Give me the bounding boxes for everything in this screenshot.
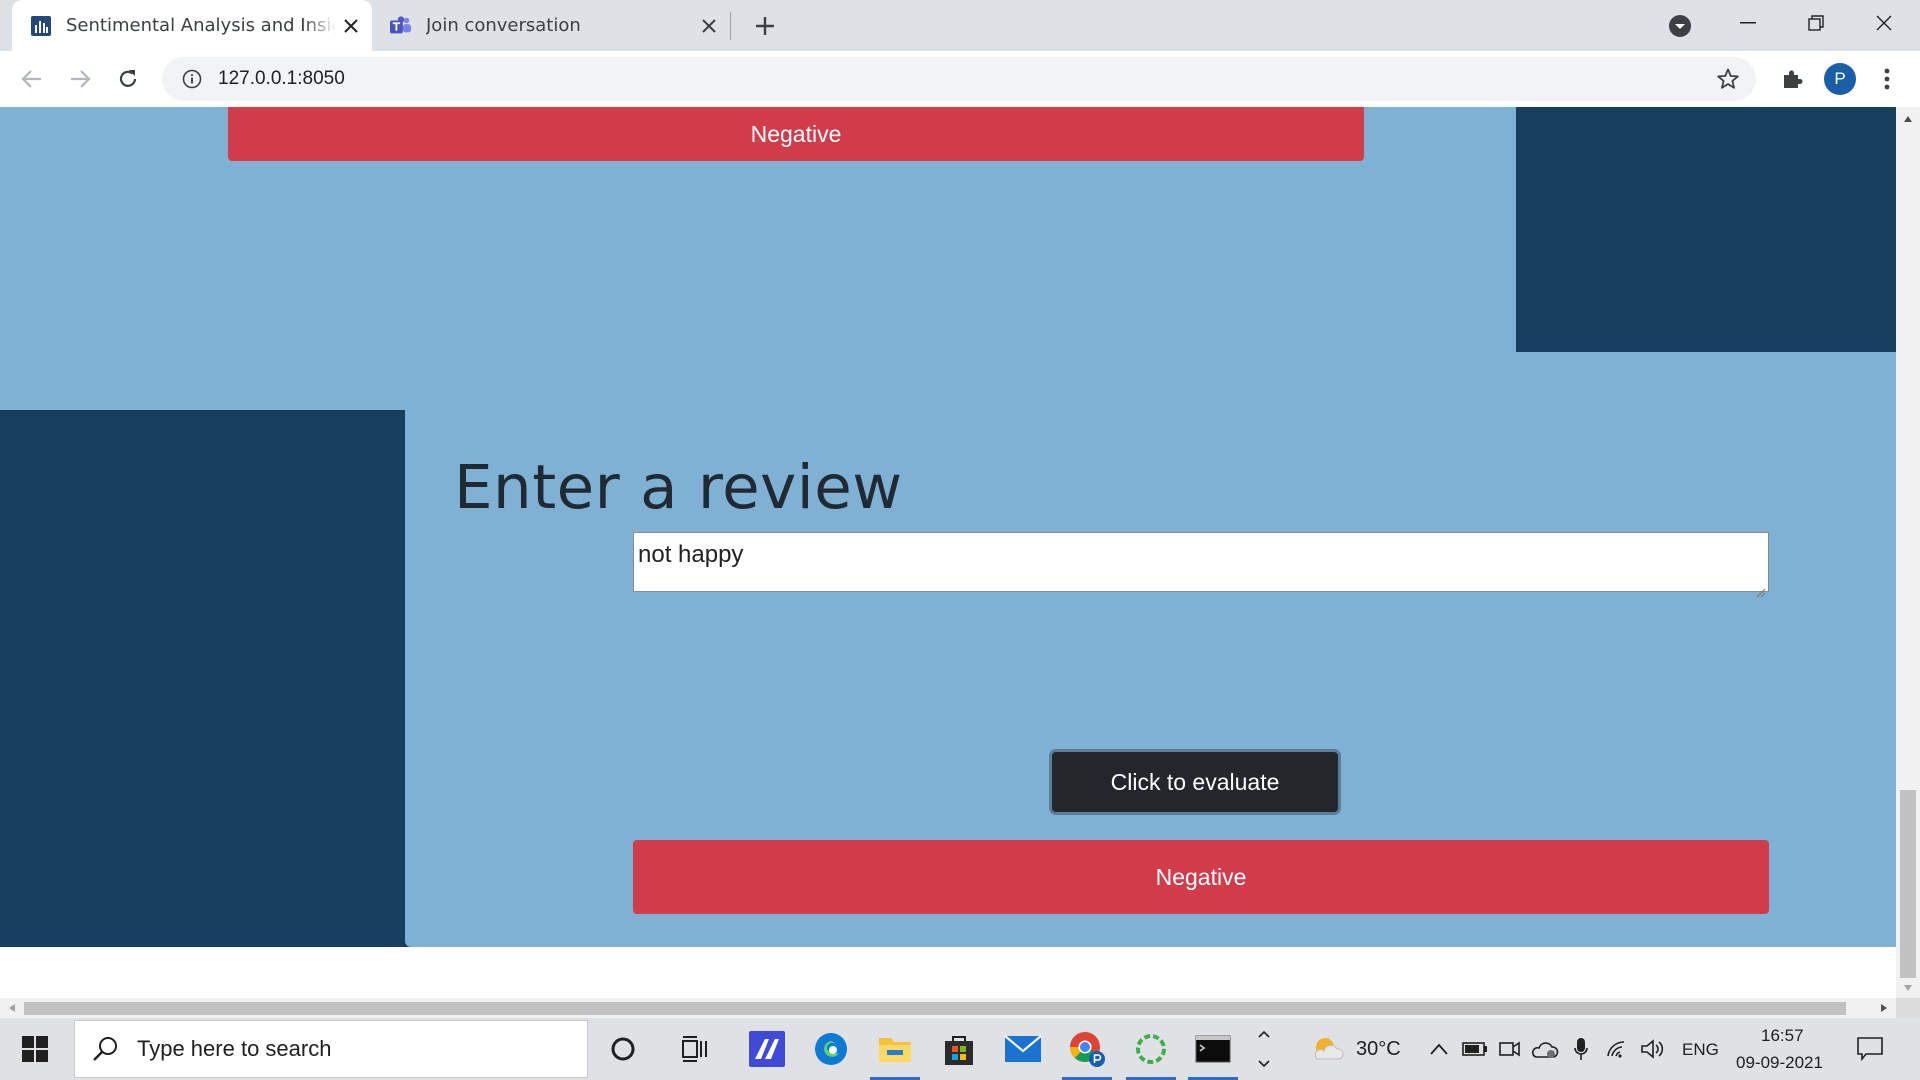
battery-icon[interactable] <box>1458 1018 1492 1080</box>
scrollbar-corner <box>1896 998 1920 1018</box>
forward-arrow-icon[interactable] <box>60 59 100 99</box>
resize-grip-icon[interactable] <box>1754 577 1766 598</box>
taskbar-scroll-arrows-icon[interactable] <box>1246 1018 1282 1080</box>
file-explorer-icon[interactable] <box>864 1018 926 1080</box>
close-tab-icon[interactable] <box>694 11 724 41</box>
app-purple-icon[interactable] <box>736 1018 798 1080</box>
back-arrow-icon[interactable] <box>12 59 52 99</box>
extensions-puzzle-icon[interactable] <box>1776 63 1808 95</box>
close-tab-icon[interactable] <box>336 11 366 41</box>
edge-browser-icon[interactable] <box>800 1018 862 1080</box>
review-textarea[interactable]: not happy <box>633 532 1769 598</box>
review-card: Enter a review not happy Click to evalua… <box>405 352 1896 947</box>
chrome-browser-icon[interactable] <box>1056 1018 1118 1080</box>
sentiment-result-negative: Negative <box>633 840 1769 914</box>
weather-sun-cloud-icon[interactable] <box>1306 1018 1350 1080</box>
address-bar[interactable]: 127.0.0.1:8050 <box>162 57 1756 101</box>
meet-now-icon[interactable] <box>1494 1018 1526 1080</box>
tab-title: Sentimental Analysis and Insights <box>66 15 336 36</box>
bookmark-star-icon[interactable] <box>1716 67 1740 91</box>
browser-menu-kebab-icon[interactable] <box>1872 63 1902 95</box>
search-icon <box>93 1037 117 1061</box>
windows-taskbar: Type here to search 30°C ENG 16:57 09-09… <box>0 1018 1920 1080</box>
close-window-icon[interactable] <box>1850 0 1918 46</box>
restore-window-icon[interactable] <box>1782 0 1850 46</box>
volume-speaker-icon[interactable] <box>1636 1018 1670 1080</box>
teams-favicon-icon <box>390 15 412 37</box>
taskbar-search-box[interactable]: Type here to search <box>74 1020 588 1078</box>
clock-date[interactable]: 09-09-2021 <box>1736 1053 1823 1073</box>
url-text: 127.0.0.1:8050 <box>218 68 345 89</box>
scroll-left-arrow-icon[interactable] <box>2 998 22 1018</box>
tab-join-conversation[interactable]: Join conversation <box>372 0 730 51</box>
cortana-circle-icon[interactable] <box>592 1018 654 1080</box>
notification-center-icon[interactable] <box>1840 1018 1900 1080</box>
terminal-icon[interactable] <box>1182 1018 1244 1080</box>
browser-tab-strip: Sentimental Analysis and Insights Join c… <box>0 0 1920 51</box>
mail-envelope-icon[interactable] <box>992 1018 1054 1080</box>
profile-avatar[interactable]: P <box>1824 63 1856 95</box>
search-placeholder: Type here to search <box>137 1036 332 1061</box>
new-tab-plus-icon[interactable] <box>748 9 782 43</box>
tab-sentimental-analysis[interactable]: Sentimental Analysis and Insights <box>12 0 372 51</box>
onedrive-cloud-icon[interactable] <box>1528 1018 1562 1080</box>
store-bag-icon[interactable] <box>928 1018 990 1080</box>
dashboard-favicon-icon <box>30 15 52 37</box>
windows-start-icon[interactable] <box>0 1018 70 1080</box>
microphone-icon[interactable] <box>1566 1018 1596 1080</box>
page-heading: Enter a review <box>454 452 903 523</box>
horizontal-scroll-thumb[interactable] <box>24 1002 1846 1015</box>
scroll-right-arrow-icon[interactable] <box>1874 998 1894 1018</box>
previous-result-negative: Negative <box>228 107 1364 161</box>
tab-separator <box>730 12 731 40</box>
scroll-down-arrow-icon[interactable] <box>1896 978 1920 998</box>
page-viewport: Negative Enter a review not happy Click … <box>0 107 1896 998</box>
evaluate-button[interactable]: Click to evaluate <box>1049 749 1341 815</box>
reload-icon[interactable] <box>108 59 148 99</box>
horizontal-scrollbar[interactable] <box>0 998 1896 1018</box>
input-language[interactable]: ENG <box>1682 1040 1719 1060</box>
loading-ring-app-icon[interactable] <box>1120 1018 1182 1080</box>
vertical-scrollbar[interactable] <box>1896 107 1920 998</box>
scroll-up-arrow-icon[interactable] <box>1896 109 1920 129</box>
weather-temperature[interactable]: 30°C <box>1356 1038 1401 1061</box>
vertical-scroll-thumb[interactable] <box>1900 790 1916 978</box>
tab-title: Join conversation <box>426 15 581 36</box>
review-text: not happy <box>638 541 744 568</box>
browser-toolbar: 127.0.0.1:8050 P <box>0 51 1920 107</box>
wifi-icon[interactable] <box>1600 1018 1634 1080</box>
site-info-icon[interactable] <box>180 67 204 91</box>
tab-search-icon[interactable] <box>1664 10 1696 42</box>
task-view-icon[interactable] <box>664 1018 726 1080</box>
clock-time[interactable]: 16:57 <box>1761 1026 1804 1046</box>
tray-chevron-up-icon[interactable] <box>1424 1018 1454 1080</box>
minimize-window-icon[interactable] <box>1714 0 1782 46</box>
